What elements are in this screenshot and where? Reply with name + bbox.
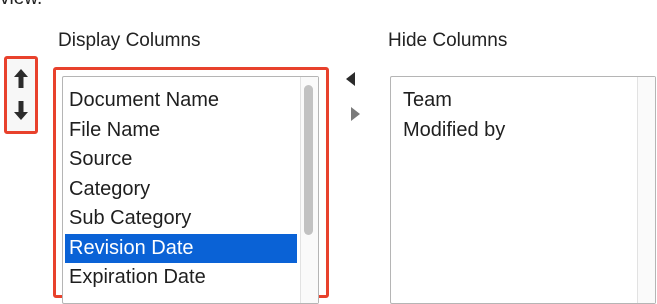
clipped-title-text: view.	[0, 0, 42, 10]
scrollbar-thumb[interactable]	[304, 85, 313, 235]
display-column-item[interactable]: Expiration Date	[65, 263, 297, 293]
move-to-hide-button[interactable]	[348, 105, 362, 123]
hide-columns-heading: Hide Columns	[388, 30, 508, 51]
hide-columns-listbox[interactable]: Team Modified by	[390, 76, 656, 304]
display-column-item[interactable]: File Name	[65, 116, 297, 146]
triangle-left-icon	[346, 72, 355, 86]
move-down-button[interactable]	[13, 97, 29, 123]
display-column-item[interactable]: Source	[65, 145, 297, 175]
arrow-up-icon	[14, 69, 28, 88]
display-column-item[interactable]: Sub Category	[65, 204, 297, 234]
move-up-button[interactable]	[13, 66, 29, 92]
display-columns-listbox[interactable]: Document Name File Name Source Category …	[62, 76, 319, 304]
move-to-display-button[interactable]	[344, 70, 358, 88]
reorder-controls	[4, 56, 38, 134]
hide-columns-scrollbar[interactable]	[637, 77, 655, 303]
hide-column-item[interactable]: Modified by	[399, 116, 629, 146]
display-column-item[interactable]: Category	[65, 175, 297, 205]
hide-column-item[interactable]: Team	[399, 86, 629, 116]
display-columns-list: Document Name File Name Source Category …	[65, 86, 297, 293]
display-column-item[interactable]: Document Name	[65, 86, 297, 116]
display-columns-scrollbar[interactable]	[300, 77, 318, 303]
triangle-right-icon	[351, 107, 360, 121]
display-columns-heading: Display Columns	[58, 30, 201, 51]
arrow-down-icon	[14, 101, 28, 120]
hide-columns-list: Team Modified by	[399, 86, 629, 145]
display-column-item[interactable]: Revision Date	[65, 233, 297, 263]
